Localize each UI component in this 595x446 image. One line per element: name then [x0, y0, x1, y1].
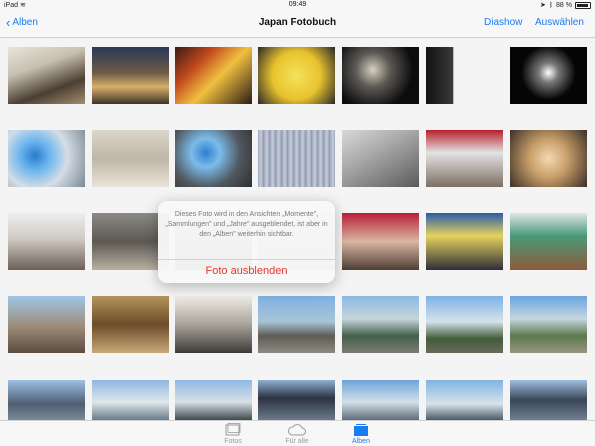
photo-thumbnail[interactable]	[8, 213, 85, 270]
photo-thumbnail[interactable]	[92, 130, 169, 187]
photo-thumbnail[interactable]	[342, 296, 419, 353]
photo-thumbnail[interactable]	[92, 380, 169, 420]
photo-thumbnail[interactable]	[258, 130, 335, 187]
photo-thumbnail[interactable]	[8, 130, 85, 187]
photo-thumbnail[interactable]	[510, 130, 587, 187]
photo-thumbnail[interactable]	[426, 380, 503, 420]
status-right: ➤ ᛒ 88 %	[540, 1, 591, 9]
popover-message: Dieses Foto wird in den Ansichten „Momen…	[165, 211, 328, 238]
navigation-bar: ‹ Alben Japan Fotobuch Diashow Auswählen	[0, 10, 595, 38]
tab-label: Für alle	[285, 438, 309, 445]
location-icon: ➤	[539, 2, 546, 9]
photo-thumbnail[interactable]	[426, 296, 503, 353]
popover-divider	[158, 259, 335, 260]
photo-thumbnail[interactable]	[426, 47, 503, 104]
photo-thumbnail[interactable]	[92, 296, 169, 353]
albums-icon	[331, 423, 391, 437]
photo-thumbnail[interactable]	[8, 380, 85, 420]
tab-albums[interactable]: Alben	[331, 423, 391, 445]
photo-thumbnail[interactable]	[8, 47, 85, 104]
photos-icon	[203, 423, 263, 437]
slideshow-button[interactable]: Diashow	[484, 17, 522, 28]
photo-thumbnail[interactable]	[258, 47, 335, 104]
photo-thumbnail[interactable]	[510, 47, 587, 104]
tab-photos[interactable]: Fotos	[203, 423, 263, 445]
status-bar: iPad ≋ 09:49 ➤ ᛒ 88 %	[0, 0, 595, 10]
tab-label: Alben	[352, 438, 370, 445]
photo-thumbnail[interactable]	[342, 47, 419, 104]
photo-thumbnail[interactable]	[258, 296, 335, 353]
bluetooth-icon: ᛒ	[548, 1, 554, 9]
photo-thumbnail[interactable]	[175, 47, 252, 104]
status-time: 09:49	[288, 1, 307, 8]
photo-thumbnail[interactable]	[175, 380, 252, 420]
photo-thumbnail[interactable]	[510, 213, 587, 270]
battery-percent: 88 %	[556, 1, 572, 9]
photo-thumbnail[interactable]	[510, 296, 587, 353]
tab-label: Fotos	[224, 438, 242, 445]
photo-thumbnail[interactable]	[342, 380, 419, 420]
photo-thumbnail[interactable]	[510, 380, 587, 420]
photo-thumbnail[interactable]	[426, 130, 503, 187]
photo-thumbnail[interactable]	[258, 380, 335, 420]
tab-shared[interactable]: Für alle	[267, 423, 327, 445]
hide-photo-button[interactable]: Foto ausblenden	[158, 265, 335, 277]
select-button[interactable]: Auswählen	[535, 17, 584, 28]
photo-thumbnail[interactable]	[92, 47, 169, 104]
photo-thumbnail[interactable]	[175, 130, 252, 187]
photo-thumbnail[interactable]	[175, 296, 252, 353]
cloud-icon	[267, 423, 327, 437]
photo-thumbnail[interactable]	[426, 213, 503, 270]
photo-thumbnail[interactable]	[342, 213, 419, 270]
hide-photo-popover: Dieses Foto wird in den Ansichten „Momen…	[158, 201, 335, 283]
tab-bar: Fotos Für alle Alben	[0, 420, 595, 446]
photo-thumbnail[interactable]	[8, 296, 85, 353]
battery-icon	[575, 1, 591, 9]
photo-thumbnail[interactable]	[342, 130, 419, 187]
